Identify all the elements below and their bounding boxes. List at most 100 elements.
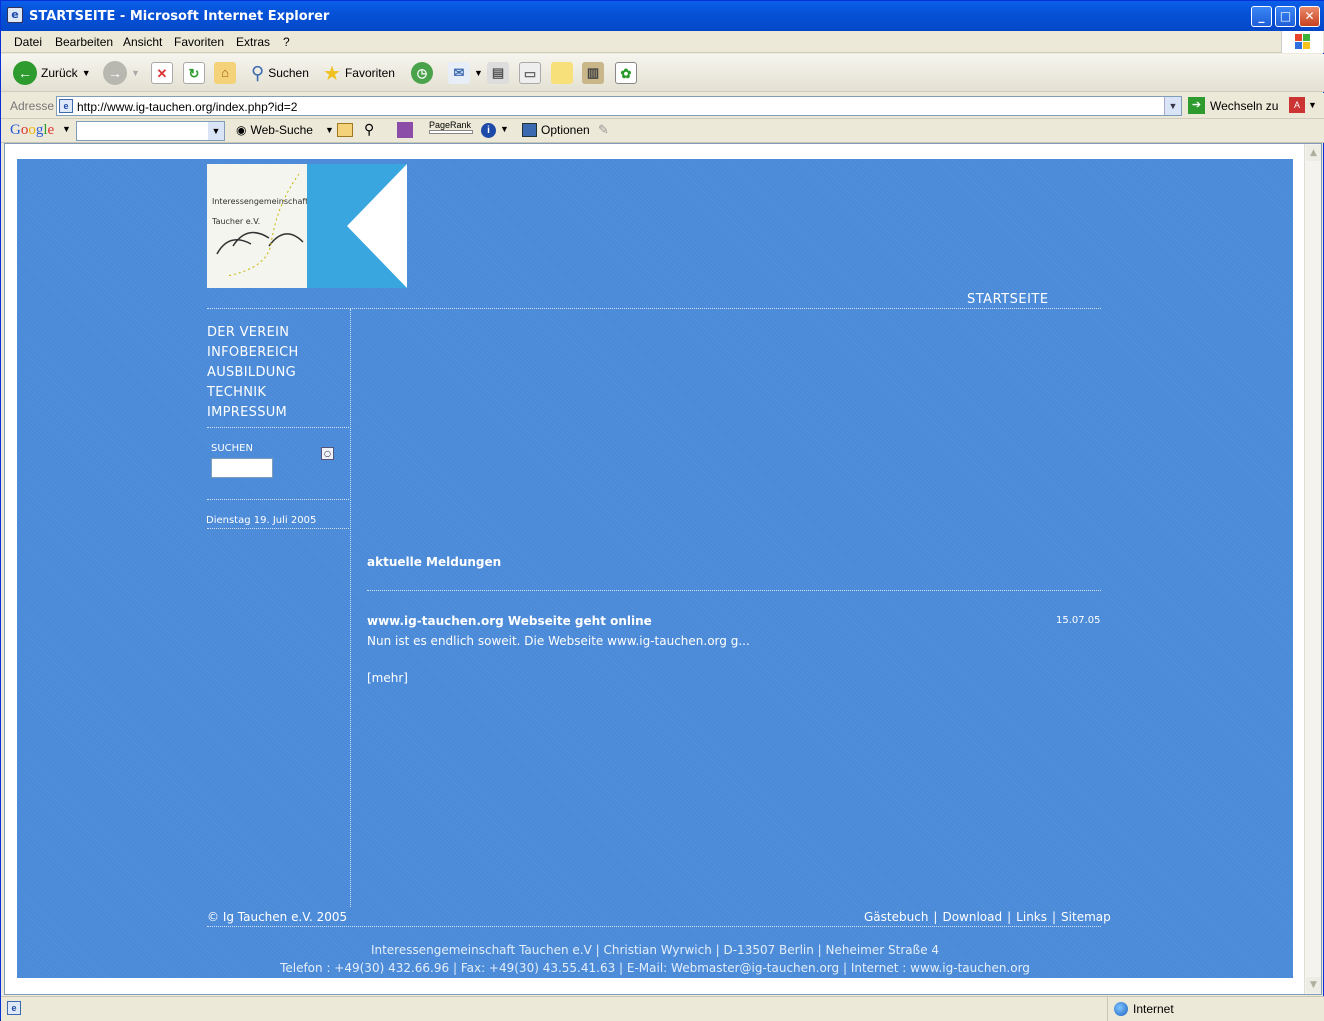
mail-icon: ✉ bbox=[448, 62, 470, 84]
browser-viewport: ▲ ▼ Interessengemeinschaft Taucher e.V. bbox=[4, 143, 1322, 995]
news-title[interactable]: www.ig-tauchen.org Webseite geht online bbox=[367, 614, 652, 628]
chevron-down-icon: ▼ bbox=[131, 68, 140, 78]
maximize-button[interactable]: □ bbox=[1275, 6, 1296, 27]
favorites-button[interactable]: ★ Favoriten bbox=[323, 61, 395, 85]
discuss-button[interactable] bbox=[551, 61, 573, 85]
logo-text-line1: Interessengemeinschaft bbox=[212, 197, 309, 206]
logo-text-line2: Taucher e.V. bbox=[212, 217, 261, 226]
search-submit-icon[interactable]: ○ bbox=[321, 447, 334, 460]
news-date: 15.07.05 bbox=[1056, 615, 1101, 626]
printer-icon: ▤ bbox=[487, 62, 509, 84]
options-label: Optionen bbox=[541, 123, 590, 137]
page-status-icon: e bbox=[7, 1001, 21, 1015]
close-button[interactable]: ✕ bbox=[1299, 6, 1320, 27]
minimize-button[interactable]: _ bbox=[1251, 6, 1272, 27]
popup-blocker-icon[interactable] bbox=[397, 122, 413, 138]
nav-impressum[interactable]: IMPRESSUM bbox=[207, 403, 347, 423]
news-more-link[interactable]: [mehr] bbox=[367, 671, 408, 685]
go-label: Wechseln zu bbox=[1210, 98, 1279, 113]
title-bar: e STARTSEITE - Microsoft Internet Explor… bbox=[1, 1, 1324, 31]
flower-icon: ✿ bbox=[615, 62, 637, 84]
pagerank-indicator[interactable]: PageRank bbox=[429, 120, 473, 134]
mail-button[interactable]: ✉ ▼ bbox=[448, 61, 483, 85]
logo-accent-panel bbox=[307, 164, 407, 288]
zone-label: Internet bbox=[1133, 1002, 1174, 1016]
research-button[interactable]: ▥ bbox=[582, 61, 604, 85]
column-divider bbox=[350, 309, 351, 907]
nav-technik[interactable]: TECHNIK bbox=[207, 383, 347, 403]
current-date: Dienstag 19. Juli 2005 bbox=[206, 515, 317, 526]
footer-link-gaestebuch[interactable]: Gästebuch bbox=[864, 910, 928, 924]
footer-link-links[interactable]: Links bbox=[1016, 910, 1047, 924]
google-toolbar: Google ▼ ▼ ◉ Web-Suche ▼ ⚲ PageRank i ▼ … bbox=[1, 119, 1324, 143]
messenger-button[interactable]: ✿ bbox=[615, 61, 637, 85]
chevron-down-icon: ▼ bbox=[500, 124, 509, 134]
dropdown-icon[interactable]: ▼ bbox=[208, 122, 224, 140]
options-button[interactable]: Optionen bbox=[522, 123, 590, 137]
highlight-icon[interactable]: ⚲ bbox=[364, 121, 374, 138]
site-search-input[interactable] bbox=[211, 458, 273, 478]
site-logo[interactable]: Interessengemeinschaft Taucher e.V. bbox=[207, 164, 407, 288]
home-button[interactable]: ⌂ bbox=[214, 61, 236, 85]
footer-link-sitemap[interactable]: Sitemap bbox=[1061, 910, 1111, 924]
news-heading: aktuelle Meldungen bbox=[367, 555, 502, 569]
menu-ansicht[interactable]: Ansicht bbox=[123, 35, 162, 49]
web-page: Interessengemeinschaft Taucher e.V. STAR… bbox=[17, 159, 1293, 978]
menu-help[interactable]: ? bbox=[283, 35, 290, 49]
forward-button[interactable]: → ▼ bbox=[103, 61, 140, 85]
footer-links: Gästebuch | Download | Links | Sitemap bbox=[864, 910, 1111, 924]
search-label: SUCHEN bbox=[211, 443, 253, 454]
main-nav: DER VEREIN INFOBEREICH AUSBILDUNG TECHNI… bbox=[207, 323, 347, 423]
nav-ausbildung[interactable]: AUSBILDUNG bbox=[207, 363, 347, 383]
header-divider bbox=[207, 308, 1101, 309]
menu-bar: Datei Bearbeiten Ansicht Favoriten Extra… bbox=[1, 31, 1324, 53]
folder-icon[interactable] bbox=[337, 123, 353, 137]
address-input[interactable]: e http://www.ig-tauchen.org/index.php?id… bbox=[56, 96, 1182, 116]
address-dropdown-icon[interactable]: ▼ bbox=[1164, 97, 1181, 115]
google-logo[interactable]: Google bbox=[10, 122, 54, 139]
info-icon[interactable]: i bbox=[481, 123, 496, 138]
nav-der-verein[interactable]: DER VEREIN bbox=[207, 323, 347, 343]
note-icon bbox=[551, 62, 573, 84]
print-button[interactable]: ▤ bbox=[487, 61, 509, 85]
pdf-button[interactable]: A ▼ bbox=[1289, 97, 1317, 113]
chevron-down-icon: ▼ bbox=[324, 125, 334, 135]
edit-button[interactable]: ▭ bbox=[519, 61, 541, 85]
logo-image: Interessengemeinschaft Taucher e.V. bbox=[207, 164, 309, 288]
pencil-icon[interactable]: ✎ bbox=[598, 122, 609, 138]
menu-bearbeiten[interactable]: Bearbeiten bbox=[55, 35, 113, 49]
scroll-up-icon[interactable]: ▲ bbox=[1306, 145, 1321, 161]
copyright: © Ig Tauchen e.V. 2005 bbox=[207, 910, 348, 924]
menu-extras[interactable]: Extras bbox=[236, 35, 270, 49]
menu-favoriten[interactable]: Favoriten bbox=[174, 35, 224, 49]
footer-link-download[interactable]: Download bbox=[942, 910, 1002, 924]
status-bar: e Internet bbox=[1, 996, 1324, 1021]
menu-datei[interactable]: Datei bbox=[14, 35, 42, 49]
page-icon: e bbox=[59, 99, 73, 113]
scroll-down-icon[interactable]: ▼ bbox=[1306, 977, 1321, 993]
research-icon: ▥ bbox=[582, 62, 604, 84]
footer-address-line1: Interessengemeinschaft Tauchen e.V | Chr… bbox=[370, 943, 940, 957]
web-search-button[interactable]: ◉ Web-Suche ▼ bbox=[236, 123, 334, 137]
back-label: Zurück bbox=[41, 66, 78, 80]
nav-infobereich[interactable]: INFOBEREICH bbox=[207, 343, 347, 363]
search-button[interactable]: ⚲ Suchen bbox=[251, 61, 309, 85]
refresh-icon: ↻ bbox=[183, 62, 205, 84]
pagerank-label: PageRank bbox=[429, 120, 472, 130]
stop-button[interactable]: ✕ bbox=[151, 61, 173, 85]
google-search-input[interactable]: ▼ bbox=[76, 121, 225, 141]
back-button[interactable]: ← Zurück ▼ bbox=[13, 61, 91, 85]
separator: | bbox=[1052, 910, 1057, 924]
vertical-scrollbar[interactable]: ▲ ▼ bbox=[1304, 144, 1321, 994]
favorites-label: Favoriten bbox=[344, 66, 395, 80]
address-label: Adresse bbox=[10, 99, 55, 113]
refresh-button[interactable]: ↻ bbox=[183, 61, 205, 85]
news-teaser: Nun ist es endlich soweit. Die Webseite … bbox=[367, 634, 750, 648]
binoculars-icon: ◉ bbox=[236, 123, 247, 137]
search-divider bbox=[207, 499, 349, 500]
go-button[interactable]: ➔ Wechseln zu bbox=[1188, 97, 1278, 114]
home-icon: ⌂ bbox=[214, 62, 236, 84]
back-arrow-icon: ← bbox=[13, 61, 37, 85]
chevron-down-icon: ▼ bbox=[1308, 100, 1317, 110]
history-button[interactable]: ◷ bbox=[411, 61, 433, 85]
